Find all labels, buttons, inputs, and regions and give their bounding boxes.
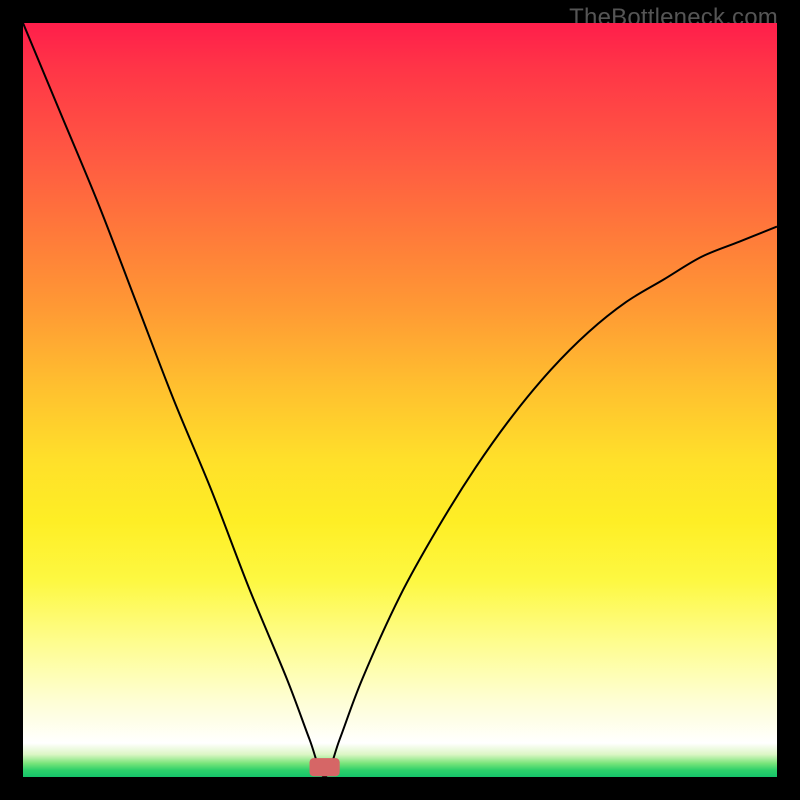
bottleneck-curve (23, 23, 777, 777)
plot-area (23, 23, 777, 777)
chart-container: TheBottleneck.com (0, 0, 800, 800)
